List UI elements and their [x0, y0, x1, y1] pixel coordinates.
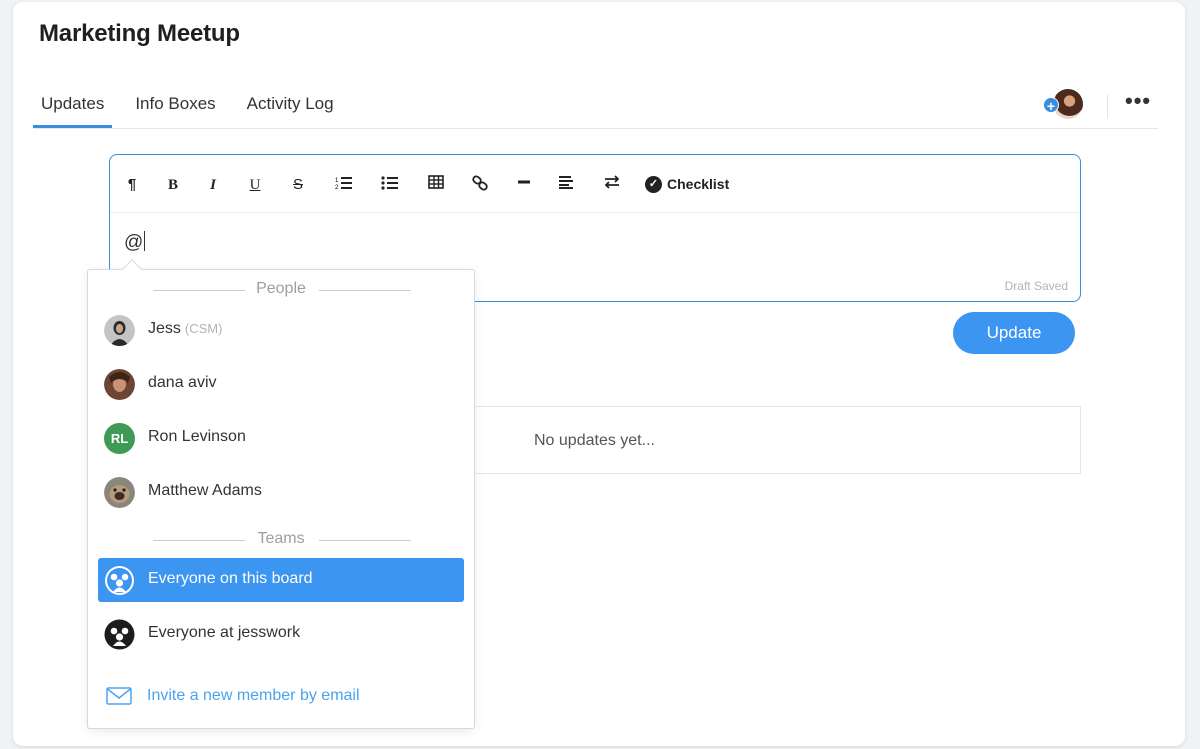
svg-text:2: 2 — [335, 185, 339, 191]
mention-name: Ron Levinson — [148, 428, 246, 445]
tabs-divider — [33, 128, 1158, 129]
add-subscriber-icon: + — [1043, 97, 1059, 114]
empty-state-text: No updates yet... — [534, 432, 655, 449]
align-icon[interactable] — [556, 175, 576, 195]
avatar — [104, 315, 135, 346]
table-icon[interactable] — [426, 175, 446, 195]
team-icon — [104, 565, 135, 596]
header-divider — [1107, 94, 1108, 118]
mention-person-ron-levinson[interactable]: RL Ron Levinson — [98, 416, 464, 460]
direction-icon[interactable] — [602, 175, 622, 195]
editor-text: @ — [124, 232, 144, 253]
mention-dropdown: People Jess (CSM) dana aviv RL Ron Levins… — [87, 259, 475, 729]
svg-text:1: 1 — [335, 178, 339, 184]
subscribers-button[interactable]: + — [1043, 89, 1087, 121]
more-options-icon[interactable]: ••• — [1125, 88, 1151, 114]
check-circle-icon: ✓ — [645, 175, 662, 193]
tab-updates[interactable]: Updates — [33, 92, 113, 128]
updates-panel: Marketing Meetup Updates Info Boxes Acti… — [13, 2, 1185, 746]
mention-name: Jess (CSM) — [148, 320, 223, 337]
mention-team-everyone-at-jesswork[interactable]: Everyone at jesswork — [98, 612, 464, 656]
divider-icon[interactable] — [514, 175, 534, 195]
editor-input[interactable]: @ — [124, 231, 146, 254]
envelope-icon — [106, 687, 132, 705]
mention-name: Everyone at jesswork — [148, 624, 301, 641]
mention-name: Matthew Adams — [148, 482, 262, 499]
checklist-label: Checklist — [667, 176, 730, 192]
people-heading: People — [88, 280, 474, 300]
tab-info-boxes[interactable]: Info Boxes — [127, 92, 223, 128]
tab-activity-log[interactable]: Activity Log — [239, 92, 342, 128]
invite-label: Invite a new member by email — [147, 687, 360, 704]
update-button[interactable]: Update — [953, 312, 1075, 354]
link-icon[interactable] — [470, 175, 490, 195]
strikethrough-icon[interactable]: S — [290, 175, 306, 195]
bullet-list-icon[interactable] — [380, 175, 400, 195]
teams-heading: Teams — [88, 530, 474, 550]
mention-team-everyone-on-board[interactable]: Everyone on this board — [98, 558, 464, 602]
avatar — [104, 477, 135, 508]
team-icon — [104, 619, 135, 650]
numbered-list-icon[interactable]: 12 — [334, 175, 354, 195]
tab-bar: Updates Info Boxes Activity Log — [33, 92, 357, 128]
bold-icon[interactable]: B — [165, 175, 181, 195]
mention-person-dana-aviv[interactable]: dana aviv — [98, 362, 464, 406]
editor-toolbar: ¶ B I U S 12 ✓ Checklist — [110, 155, 1080, 213]
mention-person-jess[interactable]: Jess (CSM) — [98, 308, 464, 352]
mention-name: Everyone on this board — [148, 570, 313, 587]
draft-status: Draft Saved — [1004, 279, 1068, 293]
text-caret — [144, 231, 146, 251]
underline-icon[interactable]: U — [247, 175, 263, 195]
paragraph-icon[interactable]: ¶ — [124, 175, 140, 195]
mention-name: dana aviv — [148, 374, 217, 391]
mention-person-matthew-adams[interactable]: Matthew Adams — [98, 470, 464, 514]
checklist-button[interactable]: ✓ Checklist — [645, 174, 729, 194]
updates-feed: No updates yet... — [473, 406, 1081, 474]
italic-icon[interactable]: I — [206, 175, 220, 195]
avatar — [104, 369, 135, 400]
avatar-initials: RL — [104, 423, 135, 454]
page-title: Marketing Meetup — [39, 20, 240, 47]
invite-by-email-link[interactable]: Invite a new member by email — [106, 684, 360, 708]
